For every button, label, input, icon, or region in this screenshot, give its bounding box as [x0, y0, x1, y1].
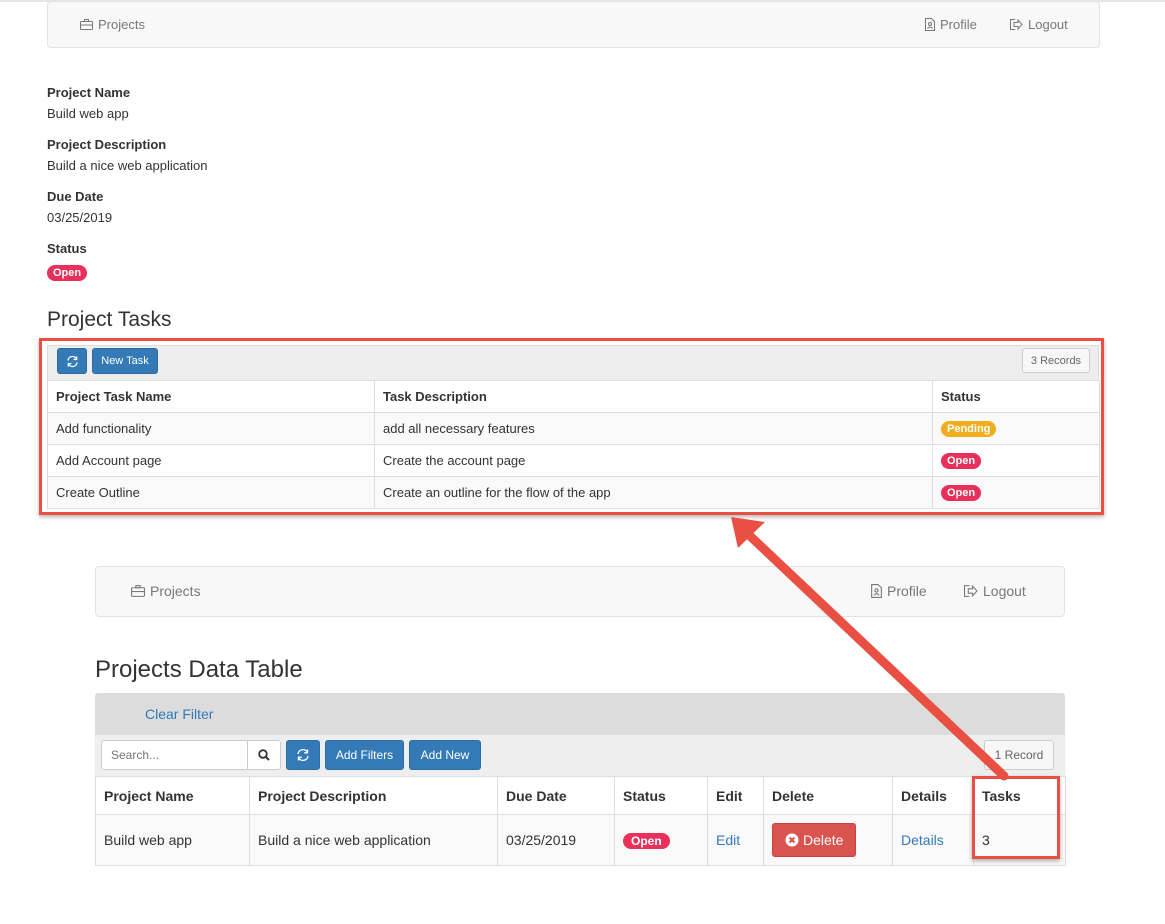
- logout-icon: [1010, 19, 1023, 30]
- clear-filter-link[interactable]: Clear Filter: [145, 706, 213, 722]
- project-description-cell: Build a nice web application: [249, 814, 498, 866]
- nav-profile-label: Profile: [887, 583, 927, 599]
- project-status-badge: Open: [623, 832, 670, 849]
- due-date-label: Due Date: [47, 189, 104, 204]
- status-badge-wrap: Open: [47, 263, 88, 281]
- add-filters-button[interactable]: Add Filters: [325, 740, 404, 770]
- project-name-label: Project Name: [47, 85, 131, 100]
- column-header[interactable]: Status: [614, 776, 708, 815]
- projects-table: Project Name Project Description Due Dat…: [95, 776, 1066, 866]
- projects-refresh-button[interactable]: [286, 740, 320, 770]
- nav-logout-link[interactable]: Logout: [964, 583, 1026, 599]
- column-header[interactable]: Details: [892, 776, 974, 815]
- search-button[interactable]: [247, 740, 281, 770]
- column-header[interactable]: Delete: [763, 776, 893, 815]
- arrow-head: [731, 517, 765, 548]
- search-input[interactable]: [101, 740, 248, 770]
- projects-header-row: Project Name Project Description Due Dat…: [95, 776, 1066, 815]
- refresh-icon: [297, 748, 309, 762]
- nav-logout-label: Logout: [983, 583, 1026, 599]
- briefcase-icon: [131, 585, 145, 597]
- project-description-label: Project Description: [47, 137, 167, 152]
- details-link[interactable]: Details: [901, 832, 944, 848]
- delete-button[interactable]: Delete: [772, 823, 857, 857]
- delete-cell: Delete: [763, 814, 893, 866]
- details-cell: Details: [892, 814, 974, 866]
- nav-logout-label: Logout: [1028, 17, 1068, 32]
- column-header[interactable]: Due Date: [497, 776, 615, 815]
- edit-link[interactable]: Edit: [716, 832, 740, 848]
- delete-button-label: Delete: [803, 832, 844, 848]
- nav-profile-label: Profile: [940, 17, 977, 32]
- briefcase-icon: [80, 19, 93, 30]
- logout-icon: [964, 585, 978, 597]
- times-circle-icon: [785, 833, 799, 847]
- column-header[interactable]: Project Description: [249, 776, 498, 815]
- add-new-button[interactable]: Add New: [409, 740, 481, 770]
- status-badge: Open: [47, 265, 88, 281]
- search-icon: [258, 749, 270, 761]
- nav-projects-link[interactable]: Projects: [80, 17, 145, 32]
- nav-projects-label: Projects: [150, 583, 201, 599]
- edit-cell: Edit: [707, 814, 764, 866]
- project-name-value: Build web app: [47, 106, 129, 121]
- projects-records-count: 1 Record: [984, 740, 1054, 770]
- status-label: Status: [47, 241, 87, 256]
- projects-table-heading: Projects Data Table: [95, 656, 303, 683]
- project-description-value: Build a nice web application: [47, 158, 208, 173]
- nav-projects-label: Projects: [98, 17, 145, 32]
- column-header[interactable]: Edit: [707, 776, 764, 815]
- top-navbar: Projects Profile Logout: [47, 1, 1100, 48]
- tasks-highlight-box: [39, 338, 1104, 515]
- project-tasks-heading: Project Tasks: [47, 308, 172, 331]
- project-name-cell: Build web app: [95, 814, 250, 866]
- nav-projects-link[interactable]: Projects: [131, 583, 201, 599]
- nav-profile-link[interactable]: Profile: [925, 17, 977, 32]
- project-status-cell: Open: [614, 814, 708, 866]
- tasks-count-highlight-box: [972, 776, 1060, 859]
- profile-doc-icon: [871, 584, 882, 598]
- bottom-navbar: Projects Profile Logout: [95, 566, 1065, 617]
- nav-logout-link[interactable]: Logout: [1010, 17, 1068, 32]
- due-date-value: 03/25/2019: [47, 210, 113, 225]
- profile-doc-icon: [925, 18, 935, 31]
- project-due-cell: 03/25/2019: [497, 814, 615, 866]
- table-row[interactable]: Build web app Build a nice web applicati…: [95, 814, 1066, 866]
- filter-bar: [95, 693, 1065, 735]
- column-header[interactable]: Project Name: [95, 776, 250, 815]
- nav-profile-link[interactable]: Profile: [871, 583, 927, 599]
